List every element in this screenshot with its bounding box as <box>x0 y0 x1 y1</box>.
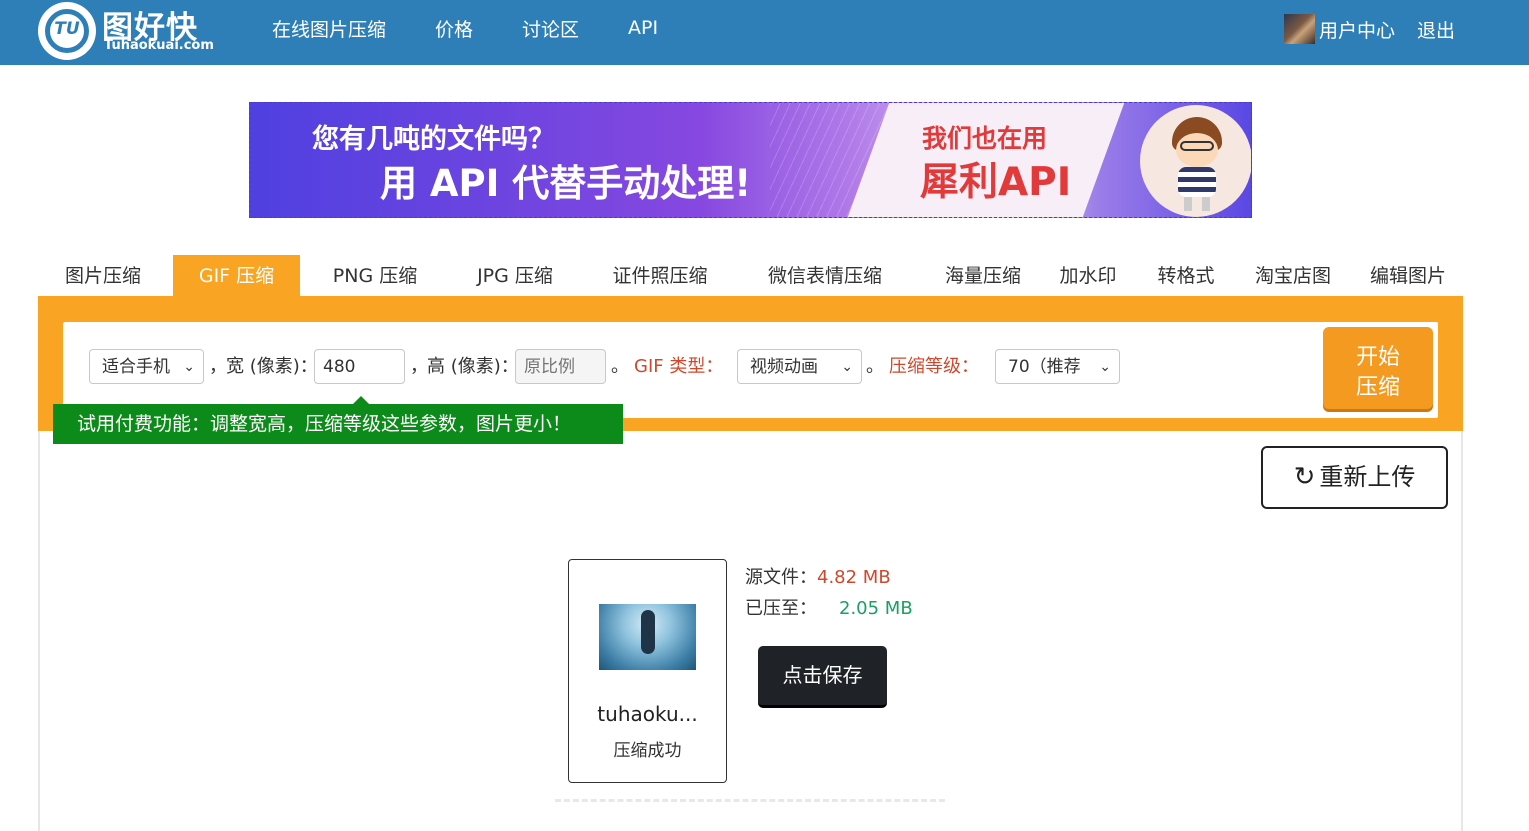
tool-tabs: 图片压缩 GIF 压缩 PNG 压缩 JPG 压缩 证件照压缩 微信表情压缩 海… <box>38 255 1463 296</box>
user-area: 用户中心 退出 <box>1284 14 1455 44</box>
size-preset-select[interactable]: 适合手机 ⌄ <box>89 349 204 384</box>
file-name: tuhaoku... <box>597 702 698 726</box>
reupload-label: 重新上传 <box>1319 463 1416 491</box>
size-preset-value: 适合手机 <box>102 357 170 377</box>
height-input[interactable] <box>515 349 606 384</box>
logo-mark-icon: TU <box>38 2 96 60</box>
chevron-down-icon: ⌄ <box>1095 350 1111 383</box>
avatar[interactable] <box>1284 14 1315 44</box>
gif-type-label: GIF 类型： <box>634 356 724 377</box>
tab-taobao-image[interactable]: 淘宝店图 <box>1243 255 1343 296</box>
result-area <box>38 431 1463 831</box>
reupload-button[interactable]: ↻ 重新上传 <box>1261 446 1448 509</box>
banner-line1: 您有几吨的文件吗？ <box>312 124 555 155</box>
compress-level-select[interactable]: 70（推荐 ⌄ <box>995 349 1120 384</box>
logo-domain: Tuhaokuai.com <box>104 38 214 53</box>
period-2: 。 <box>866 356 884 377</box>
start-compress-button[interactable]: 开始 压缩 <box>1323 327 1433 409</box>
tab-image-compress[interactable]: 图片压缩 <box>38 255 168 296</box>
compress-level-label: 压缩等级： <box>889 356 979 377</box>
tab-gif-compress[interactable]: GIF 压缩 <box>173 255 300 296</box>
tab-jpg-compress[interactable]: JPG 压缩 <box>450 255 580 296</box>
comma-1: ， <box>209 356 227 377</box>
main-nav: 在线图片压缩 价格 讨论区 API <box>272 0 707 56</box>
banner-right1: 我们也在用 <box>922 124 1048 153</box>
source-label: 源文件： <box>745 567 817 588</box>
top-header: TU 图好快 Tuhaokuai.com 在线图片压缩 价格 讨论区 API 用… <box>0 0 1529 65</box>
gif-type-select[interactable]: 视频动画 ⌄ <box>737 349 862 384</box>
gif-type-value: 视频动画 <box>750 357 818 377</box>
tab-convert-format[interactable]: 转格式 <box>1146 255 1226 296</box>
comma-2: ， <box>410 356 428 377</box>
nav-pricing[interactable]: 价格 <box>435 15 473 42</box>
banner-right2: 犀利API <box>920 160 1072 205</box>
source-size-row: 源文件：4.82 MB <box>745 563 891 589</box>
logo-mark-text: TU <box>54 19 80 39</box>
tab-edit-image[interactable]: 编辑图片 <box>1358 255 1458 296</box>
nav-forum[interactable]: 讨论区 <box>522 15 579 42</box>
file-status: 压缩成功 <box>613 741 682 761</box>
start-button-line2: 压缩 <box>1355 375 1400 400</box>
nav-api[interactable]: API <box>628 17 658 39</box>
divider <box>555 799 945 802</box>
height-label: 高 (像素)： <box>427 356 519 377</box>
tab-png-compress[interactable]: PNG 压缩 <box>310 255 440 296</box>
chevron-down-icon: ⌄ <box>841 359 853 375</box>
width-input[interactable] <box>314 349 405 384</box>
tab-wechat-sticker-compress[interactable]: 微信表情压缩 <box>750 255 900 296</box>
user-center-link[interactable]: 用户中心 <box>1319 16 1395 43</box>
mascot-illustration <box>1140 105 1251 217</box>
source-size: 4.82 MB <box>817 567 891 588</box>
compressed-size: 2.05 MB <box>839 598 913 619</box>
file-card[interactable]: tuhaoku... 压缩成功 <box>568 559 727 783</box>
chevron-down-icon: ⌄ <box>183 359 195 375</box>
site-logo[interactable]: TU 图好快 Tuhaokuai.com <box>36 2 226 60</box>
compress-level-value: 70（推荐 <box>1008 357 1081 377</box>
start-button-line1: 开始 <box>1355 345 1400 370</box>
width-label: 宽 (像素)： <box>226 356 318 377</box>
logout-link[interactable]: 退出 <box>1417 16 1455 43</box>
save-button[interactable]: 点击保存 <box>758 646 887 708</box>
compressed-size-row: 已压至： 2.05 MB <box>745 594 913 620</box>
compressed-label: 已压至： <box>745 598 817 619</box>
file-thumbnail <box>599 604 696 670</box>
period-1: 。 <box>611 356 629 377</box>
banner-line2: 用 API 代替手动处理! <box>380 162 752 205</box>
tab-bulk-compress[interactable]: 海量压缩 <box>933 255 1033 296</box>
tab-watermark[interactable]: 加水印 <box>1048 255 1128 296</box>
tab-id-photo-compress[interactable]: 证件照压缩 <box>595 255 725 296</box>
refresh-icon: ↻ <box>1293 462 1316 492</box>
nav-online-compress[interactable]: 在线图片压缩 <box>272 15 386 42</box>
api-ad-banner[interactable]: 您有几吨的文件吗？ 用 API 代替手动处理! 我们也在用 犀利API <box>249 102 1252 218</box>
